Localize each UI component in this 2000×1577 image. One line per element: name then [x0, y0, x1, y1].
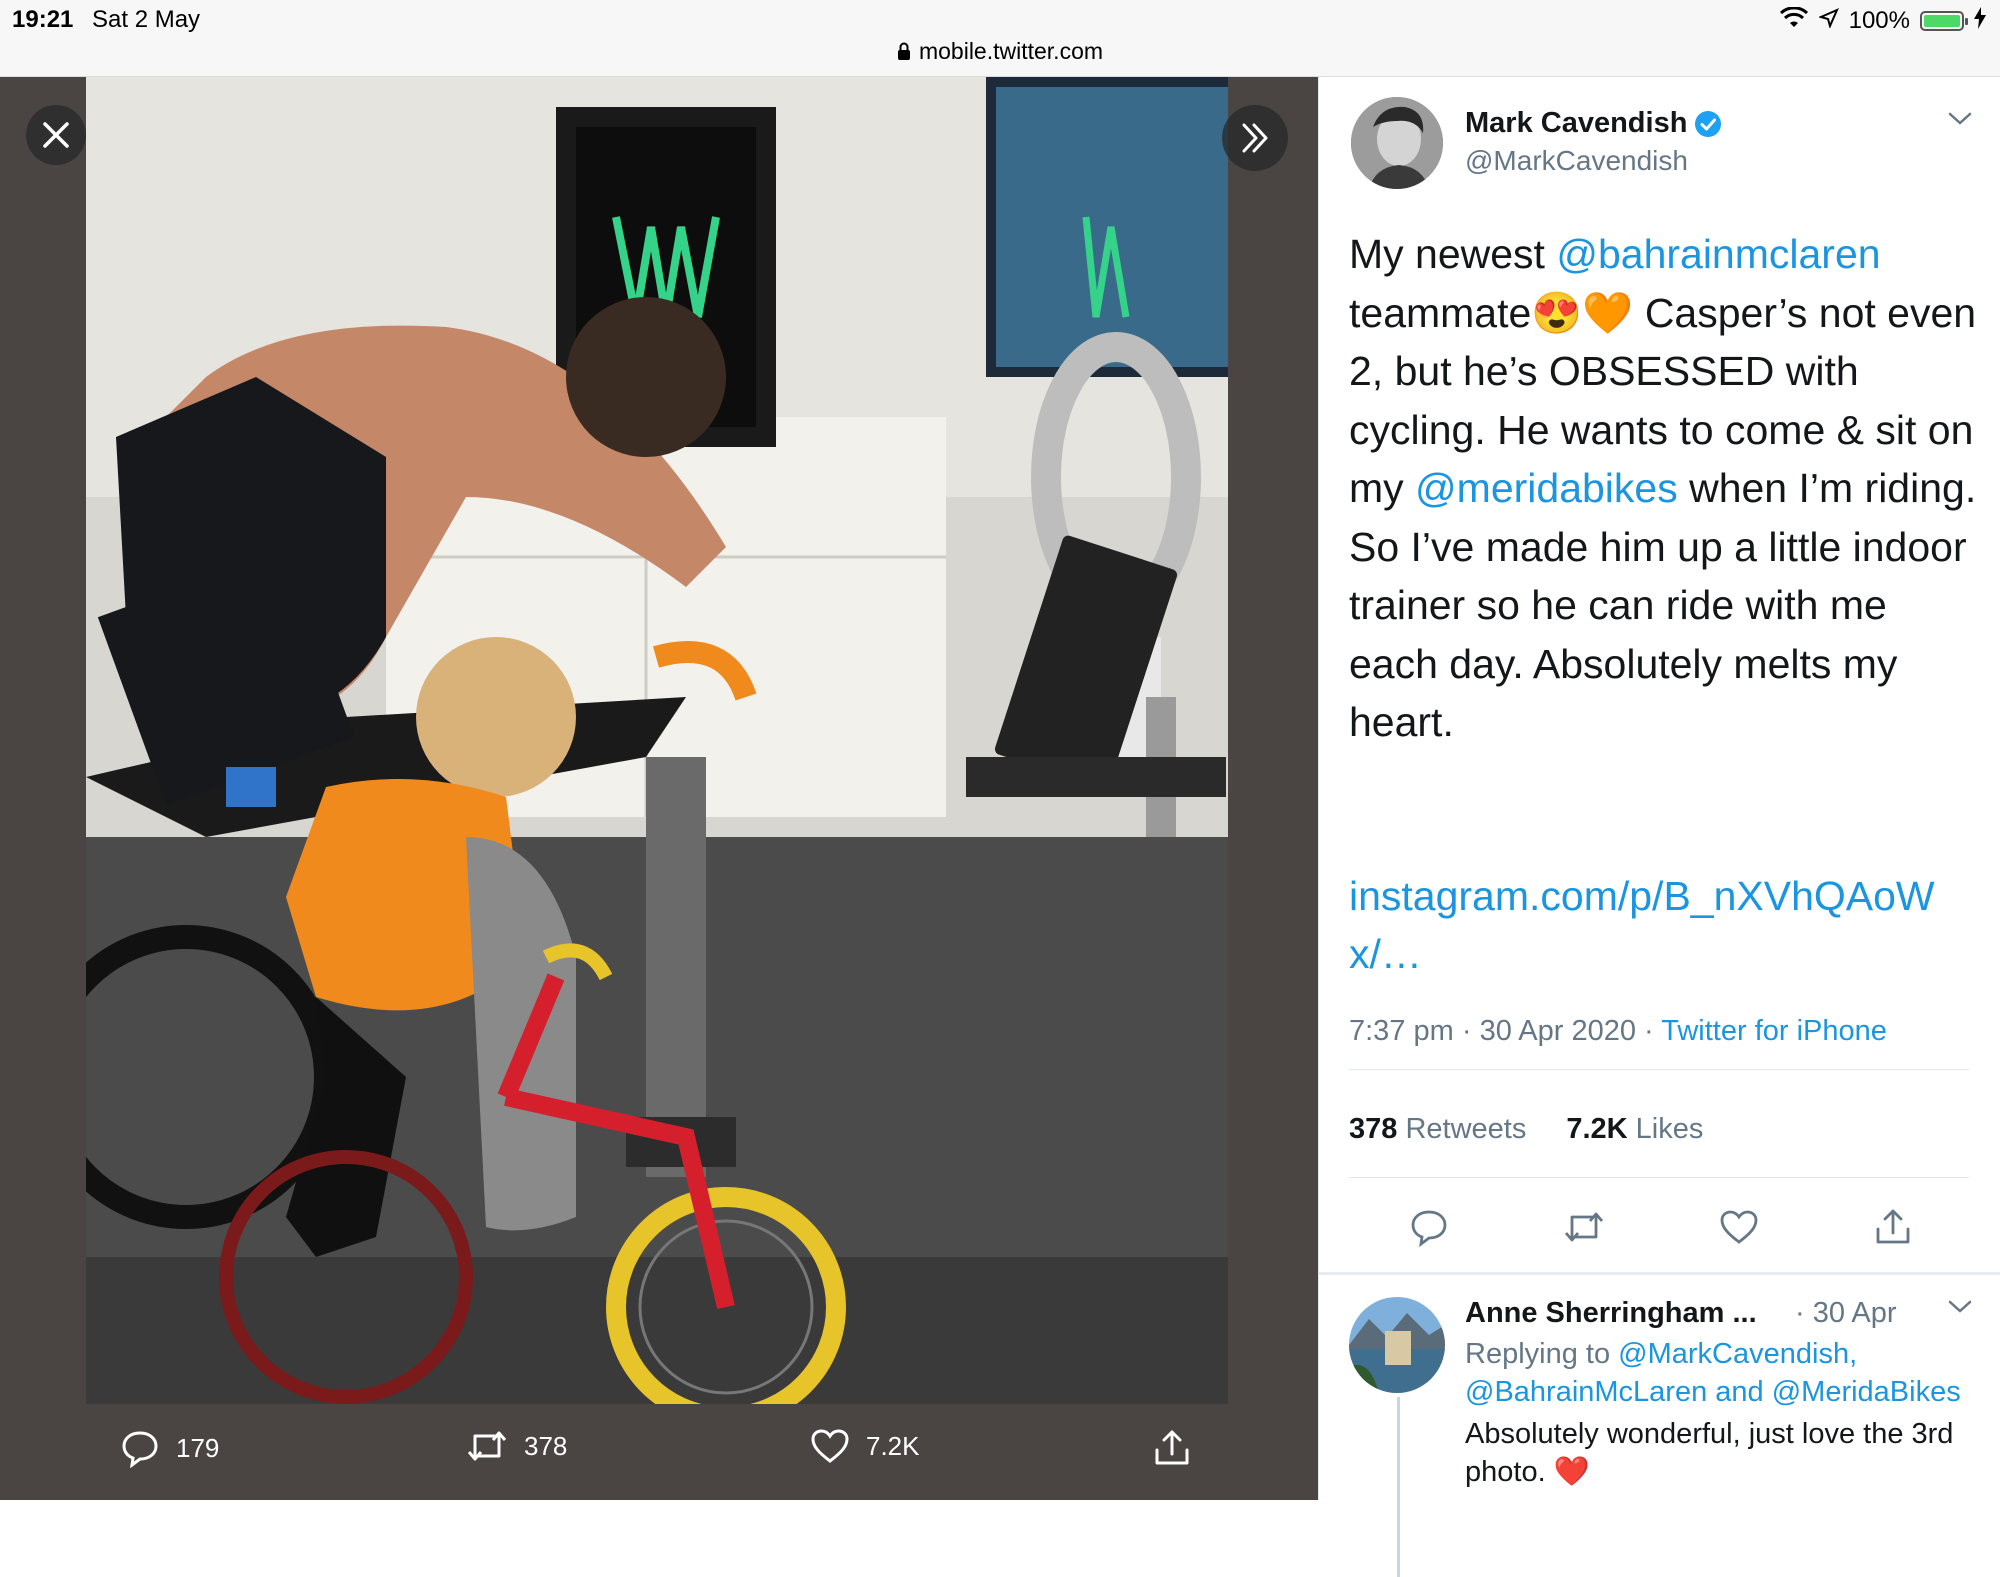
like-button[interactable] — [1709, 1197, 1769, 1257]
battery-percent: 100% — [1848, 7, 1910, 34]
viewer-like-action[interactable]: 7.2K — [810, 1428, 920, 1464]
url-text: mobile.twitter.com — [918, 38, 1104, 64]
viewer-action-bar: 179 378 7.2K — [0, 1404, 1318, 1500]
expand-panel-button[interactable] — [1222, 105, 1288, 171]
author-name[interactable]: Mark Cavendish — [1465, 107, 1723, 140]
tweet-time[interactable]: 7:37 pm — [1349, 1015, 1454, 1047]
reply-text-body: Absolutely wonderful, just love the 3rd … — [1465, 1418, 1954, 1488]
retweet-icon — [467, 1431, 507, 1461]
photo-illustration — [86, 77, 1228, 1404]
mention-link[interactable]: @bahrainmclaren — [1556, 231, 1880, 277]
tweet-text-part: My newest — [1349, 231, 1557, 277]
chevron-down-icon — [1948, 112, 1972, 125]
ios-status-bar: 19:21 Sat 2 May 100% mobile.twitter.com — [0, 0, 2000, 77]
author-display-name: Mark Cavendish — [1465, 107, 1688, 139]
double-chevron-right-icon — [1242, 123, 1268, 153]
replying-prefix: Replying to — [1465, 1338, 1619, 1370]
status-indicators: 100% — [1779, 4, 1986, 38]
photo-viewer: 179 378 7.2K — [0, 77, 1318, 1500]
tweet-source[interactable]: Twitter for iPhone — [1661, 1015, 1887, 1047]
viewer-like-count: 7.2K — [866, 1430, 920, 1461]
thread-line — [1397, 1397, 1400, 1577]
close-viewer-button[interactable] — [26, 105, 86, 165]
mention-link[interactable]: @meridabikes — [1415, 465, 1678, 511]
share-icon — [1876, 1209, 1910, 1244]
retweet-button[interactable] — [1554, 1197, 1614, 1257]
tweet-meta: 7:37 pm · 30 Apr 2020 · Twitter for iPho… — [1349, 1015, 1887, 1047]
reply-options-button[interactable] — [1947, 1299, 1973, 1320]
tweet-text: My newest @bahrainmclaren teammate😍🧡 Cas… — [1349, 225, 1979, 752]
tweet-action-bar — [1319, 1197, 2000, 1267]
likes-label: Likes — [1635, 1113, 1704, 1145]
tweet-photo[interactable] — [86, 77, 1228, 1404]
address-bar[interactable]: mobile.twitter.com — [0, 38, 2000, 66]
reply-icon — [122, 1431, 158, 1468]
reply-author-name[interactable]: Anne Sherringham ... — [1465, 1297, 1757, 1330]
location-arrow-icon — [1817, 7, 1839, 35]
reply-avatar[interactable] — [1349, 1297, 1445, 1393]
heart-icon — [811, 1429, 849, 1463]
viewer-reply-action[interactable]: 179 — [120, 1428, 219, 1468]
reply-date[interactable]: · 30 Apr — [1795, 1297, 1897, 1330]
retweet-icon — [1564, 1212, 1604, 1242]
tweet-detail-panel: Mark Cavendish @MarkCavendish My newest … — [1318, 77, 2000, 1577]
divider — [1349, 1177, 1969, 1178]
author-handle[interactable]: @MarkCavendish — [1465, 145, 1688, 177]
replying-to: Replying to @MarkCavendish, @BahrainMcLa… — [1465, 1335, 1985, 1411]
author-avatar[interactable] — [1351, 97, 1443, 189]
status-time: 19:21 — [12, 6, 74, 33]
battery-icon — [1920, 11, 1968, 31]
instagram-link[interactable]: instagram.com/p/B_nXVhQAoWx/… — [1349, 867, 1979, 983]
retweets-stat[interactable]: 378 Retweets — [1349, 1113, 1526, 1146]
share-icon — [1155, 1430, 1189, 1465]
emoji: 😍🧡 — [1531, 289, 1634, 336]
likes-count: 7.2K — [1566, 1113, 1628, 1145]
retweets-label: Retweets — [1405, 1113, 1527, 1145]
viewer-reply-count: 179 — [176, 1432, 220, 1463]
heart-emoji: ❤️ — [1553, 1456, 1590, 1488]
lock-icon — [897, 39, 911, 66]
divider — [1349, 1069, 1969, 1070]
reply-button[interactable] — [1399, 1197, 1459, 1257]
viewer-retweet-action[interactable]: 378 — [466, 1428, 567, 1464]
tweet-text-part: teammate — [1349, 289, 1532, 336]
reply-author-photo — [1349, 1297, 1445, 1393]
reply-text: Absolutely wonderful, just love the 3rd … — [1465, 1415, 1985, 1491]
close-icon — [43, 122, 69, 148]
tweet-date[interactable]: 30 Apr 2020 — [1480, 1015, 1636, 1047]
tweet-stats: 378 Retweets 7.2K Likes — [1349, 1113, 1703, 1146]
verified-badge-icon — [1695, 110, 1722, 137]
reply-icon — [1411, 1210, 1447, 1247]
charging-bolt-icon — [1974, 6, 1986, 36]
chevron-down-icon — [1948, 1300, 1972, 1313]
author-photo — [1351, 97, 1443, 189]
tweet-options-button[interactable] — [1947, 111, 1973, 132]
wifi-icon — [1779, 5, 1809, 36]
status-date: Sat 2 May — [92, 6, 201, 33]
viewer-share-action[interactable] — [1152, 1428, 1192, 1468]
retweets-count: 378 — [1349, 1113, 1398, 1145]
share-button[interactable] — [1863, 1197, 1923, 1257]
viewer-retweet-count: 378 — [524, 1430, 568, 1461]
section-divider — [1319, 1272, 2000, 1275]
heart-icon — [1720, 1210, 1758, 1244]
likes-stat[interactable]: 7.2K Likes — [1566, 1113, 1703, 1146]
